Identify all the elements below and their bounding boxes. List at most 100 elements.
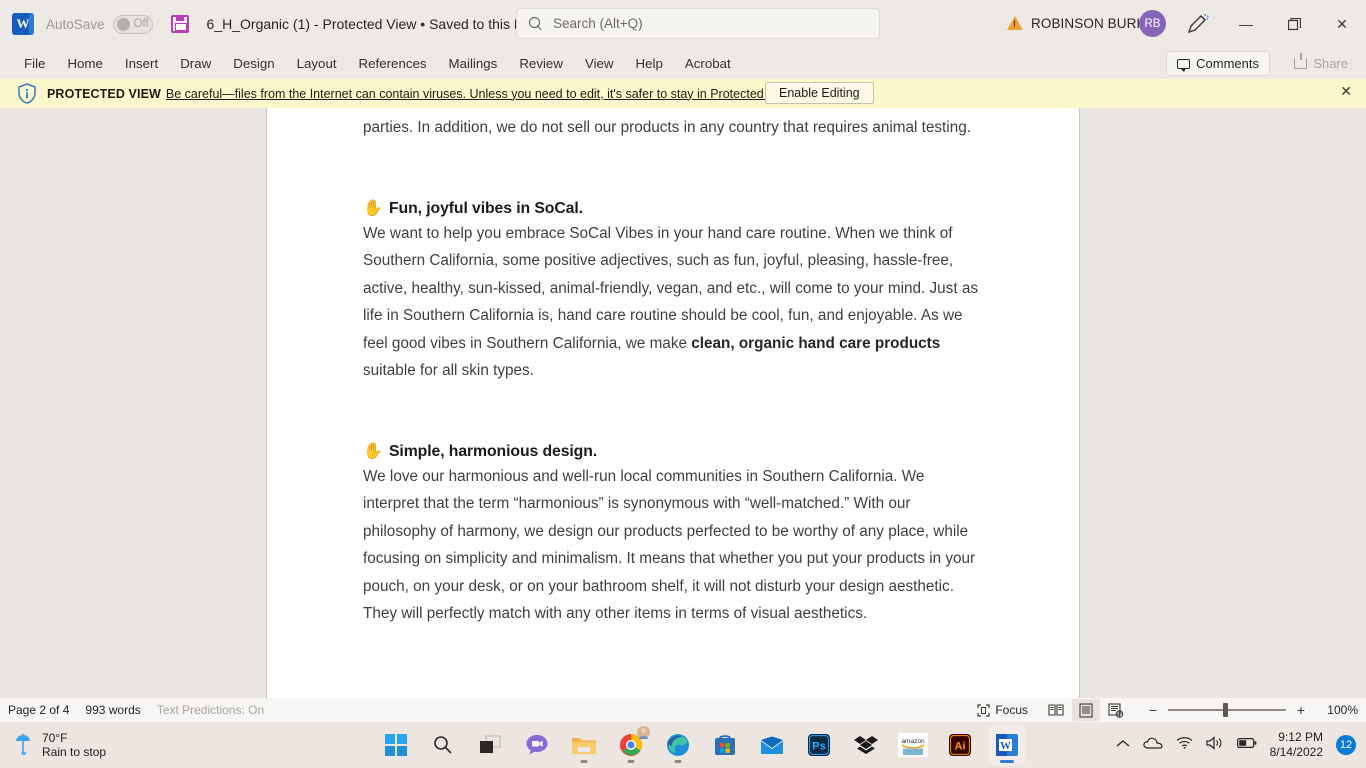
search-taskbar-icon[interactable] — [425, 725, 461, 765]
document-content: parties. In addition, we do not sell our… — [363, 114, 983, 628]
search-box[interactable] — [516, 8, 880, 39]
svg-text:amazon: amazon — [901, 738, 925, 745]
tab-layout[interactable]: Layout — [287, 53, 347, 74]
ink-pen-icon[interactable] — [1185, 12, 1211, 36]
notification-badge[interactable]: 12 — [1336, 735, 1356, 755]
tab-home[interactable]: Home — [57, 53, 112, 74]
paragraph: parties. In addition, we do not sell our… — [363, 119, 971, 136]
hand-bullet-icon: ✋ — [363, 442, 383, 460]
word-icon: W — [12, 13, 34, 35]
close-button[interactable]: ✕ — [1319, 0, 1365, 48]
share-button[interactable]: Share — [1284, 51, 1358, 76]
amazon-icon[interactable]: amazon — [895, 725, 931, 765]
start-button[interactable] — [378, 725, 414, 765]
chrome-icon[interactable] — [613, 725, 650, 765]
speaker-icon[interactable] — [1206, 735, 1224, 755]
minimize-button[interactable]: — — [1223, 0, 1269, 48]
wifi-icon[interactable] — [1176, 736, 1193, 754]
text-predictions-status[interactable]: Text Predictions: On — [157, 703, 264, 717]
chat-icon[interactable] — [519, 725, 555, 765]
hand-bullet-icon: ✋ — [363, 199, 383, 217]
clock[interactable]: 9:12 PM 8/14/2022 — [1270, 730, 1323, 760]
paragraph-pre: We want to help you embrace SoCal Vibes … — [363, 224, 978, 352]
autosave-toggle[interactable]: Off — [112, 14, 153, 34]
avatar[interactable]: RB — [1139, 10, 1166, 37]
zoom-in-button[interactable]: + — [1290, 702, 1312, 718]
print-layout-icon[interactable] — [1072, 699, 1100, 721]
search-input[interactable] — [553, 16, 853, 31]
section-heading-design: ✋ Simple, harmonious design. — [363, 443, 983, 461]
web-layout-icon[interactable] — [1102, 699, 1130, 721]
weather-temperature: 70°F — [42, 731, 68, 745]
paragraph-bold: clean, organic hand care products — [691, 334, 941, 352]
zoom-slider[interactable] — [1168, 703, 1286, 717]
protected-view-banner: PROTECTED VIEW Be careful—files from the… — [0, 79, 1366, 108]
toggle-knob — [116, 17, 130, 31]
autosave-state: Off — [133, 18, 149, 30]
battery-icon[interactable] — [1236, 736, 1257, 754]
cloud-icon[interactable] — [1142, 736, 1163, 755]
document-page[interactable]: parties. In addition, we do not sell our… — [266, 108, 1080, 698]
zoom-slider-thumb[interactable] — [1223, 703, 1228, 717]
section-heading-socal: ✋ Fun, joyful vibes in SoCal. — [363, 200, 983, 218]
page-indicator[interactable]: Page 2 of 4 — [8, 703, 69, 717]
paragraph: We love our harmonious and well-run loca… — [363, 467, 976, 623]
tab-insert[interactable]: Insert — [115, 53, 168, 74]
focus-button[interactable]: Focus — [977, 703, 1028, 717]
share-icon — [1294, 53, 1308, 69]
weather-widget[interactable]: 70°F Rain to stop — [14, 731, 106, 759]
tab-mailings[interactable]: Mailings — [439, 53, 508, 74]
edge-icon[interactable] — [660, 725, 696, 765]
zoom-out-button[interactable]: − — [1142, 702, 1164, 718]
share-label: Share — [1313, 56, 1348, 71]
tray-chevron-up-icon[interactable] — [1116, 736, 1130, 754]
system-tray: 9:12 PM 8/14/2022 12 — [1116, 722, 1356, 768]
read-mode-icon[interactable] — [1042, 699, 1070, 721]
running-indicator — [674, 760, 682, 763]
dropbox-icon[interactable] — [848, 725, 884, 765]
svg-text:Ps: Ps — [812, 741, 825, 753]
photoshop-icon[interactable]: Ps — [801, 725, 837, 765]
ribbon-tab-bar: File Home Insert Draw Design Layout Refe… — [0, 48, 1366, 79]
chrome-badge — [637, 726, 650, 739]
tab-design[interactable]: Design — [223, 53, 284, 74]
microsoft-store-icon[interactable] — [707, 725, 743, 765]
maximize-button[interactable] — [1271, 0, 1317, 48]
windows-taskbar: 70°F Rain to stop Ps amazon Ai W 9:12 PM… — [0, 722, 1366, 768]
tab-acrobat[interactable]: Acrobat — [675, 53, 741, 74]
word-taskbar-icon[interactable]: W — [989, 725, 1025, 765]
enable-editing-button[interactable]: Enable Editing — [765, 82, 874, 104]
tab-review[interactable]: Review — [509, 53, 573, 74]
heading-text: Simple, harmonious design. — [389, 442, 598, 460]
protected-view-label: PROTECTED VIEW — [47, 86, 161, 101]
weather-text: 70°F Rain to stop — [42, 731, 106, 759]
save-icon[interactable] — [170, 15, 189, 33]
zoom-level[interactable]: 100% — [1318, 703, 1358, 717]
title-bar: W AutoSave Off 6_H_Organic (1) - Protect… — [0, 0, 1366, 48]
warning-triangle-icon — [1007, 16, 1023, 30]
word-count[interactable]: 993 words — [85, 703, 140, 717]
banner-close-icon[interactable]: ✕ — [1340, 83, 1352, 100]
status-bar-right: Focus − + 100% — [977, 698, 1358, 722]
status-bar: Page 2 of 4 993 words Text Predictions: … — [0, 698, 1366, 722]
tab-file[interactable]: File — [14, 53, 55, 74]
tab-draw[interactable]: Draw — [170, 53, 221, 74]
heading-text: Fun, joyful vibes in SoCal. — [389, 199, 583, 217]
running-indicator — [627, 760, 635, 763]
clock-date: 8/14/2022 — [1269, 745, 1323, 759]
zoom-control[interactable]: − + 100% — [1142, 702, 1358, 718]
task-view-icon[interactable] — [472, 725, 508, 765]
file-explorer-icon[interactable] — [566, 725, 602, 765]
tab-view[interactable]: View — [575, 53, 624, 74]
illustrator-icon[interactable]: Ai — [942, 725, 978, 765]
comments-button[interactable]: Comments — [1166, 51, 1270, 76]
tab-help[interactable]: Help — [626, 53, 673, 74]
account-name[interactable]: ROBINSON BURKS — [1031, 16, 1155, 31]
svg-text:W: W — [1000, 740, 1011, 752]
mail-icon[interactable] — [754, 725, 790, 765]
paragraph-post: suitable for all skin types. — [363, 362, 534, 379]
running-indicator-active — [1000, 760, 1014, 763]
tab-references[interactable]: References — [349, 53, 437, 74]
